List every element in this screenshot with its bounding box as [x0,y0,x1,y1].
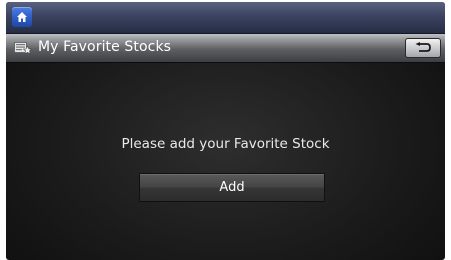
empty-state-message: Please add your Favorite Stock [121,136,330,152]
home-icon [17,12,27,22]
stocks-icon [14,42,32,55]
status-bar [6,2,445,34]
screen: My Favorite Stocks Please add your Favor… [6,2,445,260]
device-frame: My Favorite Stocks Please add your Favor… [0,0,451,260]
page-title: My Favorite Stocks [38,39,172,55]
back-arrow-icon [415,42,431,52]
add-button[interactable]: Add [139,173,325,202]
title-bar: My Favorite Stocks [6,34,445,63]
back-button[interactable] [405,38,441,58]
home-button[interactable] [12,7,32,27]
add-button-label: Add [219,180,245,195]
